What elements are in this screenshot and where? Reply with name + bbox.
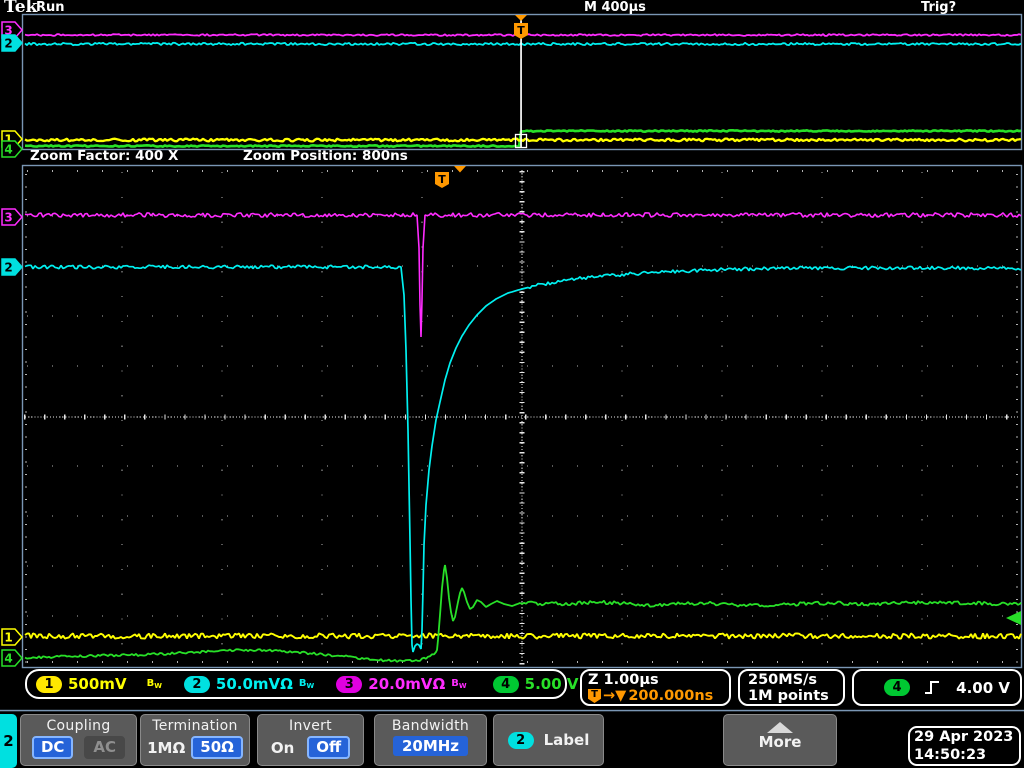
rising-edge-icon (925, 681, 939, 694)
invert-on-button[interactable]: On (271, 739, 294, 757)
zoom-position-label: Zoom Position: 800ns (243, 148, 408, 164)
sample-rate: 250MS/s (748, 672, 818, 688)
svg-text:4: 4 (4, 143, 12, 157)
channel-2-scale: 50.0mVΩ (215, 675, 293, 693)
overview-trigger-marker[interactable]: T (514, 15, 528, 149)
invert-title: Invert (289, 718, 332, 734)
bandwidth-value[interactable]: 20MHz (392, 736, 469, 756)
label-button-text: Label (543, 731, 590, 749)
trace-ch1 (24, 137, 1022, 143)
svg-text:1: 1 (4, 631, 12, 645)
main-trigger-position-marker[interactable]: T (435, 166, 466, 188)
channel-4-badge: 4 (492, 675, 519, 693)
trigger-position-value: 200.000ns (628, 688, 714, 704)
channel-4-scale: 5.00 V (524, 675, 579, 693)
termination-title: Termination (152, 718, 238, 734)
channel-2-badge: 2 (183, 675, 210, 693)
zoom-factor-label: Zoom Factor: 400 X (30, 148, 179, 164)
channel-3-bandwidth-limit-icon: BW (451, 678, 467, 690)
channel-2-marker[interactable]: 2 (1, 34, 23, 52)
bottom-menu-bar: 2 Coupling DC AC Termination 1MΩ 50Ω Inv… (0, 712, 1024, 768)
channel-1-badge: 1 (36, 675, 62, 693)
trigger-status: Trig? (921, 0, 957, 15)
channel-3-readout[interactable]: 3 20.0mVΩ BW (336, 675, 467, 693)
acquisition-status: Run (36, 0, 65, 15)
acquisition-box: 250MS/s 1M points (738, 669, 845, 706)
label-channel-badge: 2 (507, 731, 534, 749)
menu-termination: Termination 1MΩ 50Ω (140, 714, 250, 766)
channel-scale-readouts: 1500mVBW250.0mVΩBW320.0mVΩBW45.00 VBW (25, 669, 600, 699)
zoom-scale-readout: Z 1.00µs (588, 672, 659, 688)
main-timebase-readout: M 400µs (584, 0, 646, 15)
svg-text:3: 3 (4, 211, 12, 225)
channel-2-readout[interactable]: 2 50.0mVΩ BW (183, 675, 315, 693)
more-up-arrow-icon (767, 722, 793, 733)
channel-1-bandwidth-limit-icon: BW (146, 678, 162, 690)
coupling-ac-button[interactable]: AC (84, 736, 126, 759)
trigger-level-readout: 4.00 V (956, 678, 1010, 697)
date-readout: 29 Apr 2023 (914, 729, 1014, 745)
more-button-text: More (758, 733, 802, 751)
svg-text:T: T (517, 24, 525, 37)
channel-3-marker[interactable]: 3 (1, 208, 23, 226)
svg-text:2: 2 (4, 261, 12, 275)
channel-1-readout[interactable]: 1 500mV BW (36, 675, 162, 693)
channel-1-marker[interactable]: 1 (1, 628, 23, 646)
datetime-box: 29 Apr 2023 14:50:23 (908, 726, 1021, 766)
trigger-settings-box: 4 4.00 V (852, 669, 1022, 706)
menu-invert: Invert On Off (257, 714, 364, 766)
svg-text:2: 2 (4, 37, 12, 51)
termination-50ohm-button[interactable]: 50Ω (191, 736, 243, 759)
scope-display: T T 3 2 1 4 3 2 1 4 (0, 13, 1024, 712)
channel-1-scale: 500mV (68, 675, 127, 693)
time-readout: 14:50:23 (914, 747, 987, 763)
channel-4-marker[interactable]: 4 (1, 649, 23, 667)
trigger-arrow-icons: →▼ (603, 688, 627, 704)
trigger-t-icon: T (588, 689, 601, 703)
coupling-dc-button[interactable]: DC (31, 736, 74, 759)
invert-off-button[interactable]: Off (307, 736, 351, 759)
zoom-timebase-box: Z 1.00µs T →▼ 200.000ns (580, 669, 731, 706)
center-axes (24, 170, 1019, 665)
channel-2-menu-tab[interactable]: 2 (0, 714, 17, 768)
trigger-source-badge: 4 (884, 679, 910, 696)
channel-2-bandwidth-limit-icon: BW (298, 678, 315, 690)
svg-text:T: T (438, 173, 446, 186)
trace-ch2 (24, 41, 1022, 47)
coupling-title: Coupling (46, 718, 111, 734)
channel-3-scale: 20.0mVΩ (368, 675, 446, 693)
trigger-level-arrow[interactable] (1006, 611, 1021, 625)
channel-2-marker[interactable]: 2 (1, 258, 23, 276)
menu-coupling: Coupling DC AC (20, 714, 137, 766)
menu-label[interactable]: 2 Label (493, 714, 604, 766)
channel-3-badge: 3 (336, 675, 363, 693)
bandwidth-title: Bandwidth (391, 718, 470, 734)
menu-more[interactable]: More (723, 714, 837, 766)
termination-1mohm-button[interactable]: 1MΩ (147, 739, 185, 757)
record-length: 1M points (748, 688, 829, 704)
tek-logo: Tek (4, 0, 38, 17)
menu-bandwidth[interactable]: Bandwidth 20MHz (374, 714, 487, 766)
trigger-position-readout: T →▼ 200.000ns (588, 688, 723, 704)
svg-text:4: 4 (4, 652, 12, 666)
